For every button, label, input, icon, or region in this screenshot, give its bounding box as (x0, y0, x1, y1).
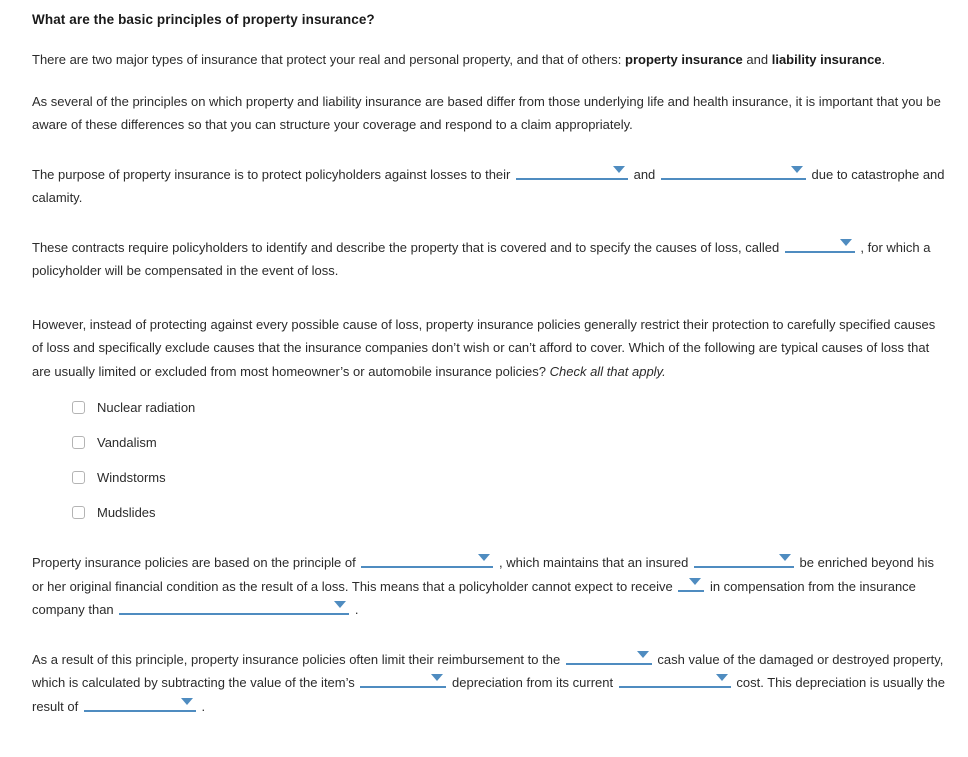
paragraph-differences: As several of the principles on which pr… (32, 93, 941, 133)
chevron-down-icon (431, 674, 444, 682)
chevron-down-icon (612, 165, 625, 173)
dropdown-principle-1[interactable] (361, 551, 494, 569)
paragraph-result: As a result of this principle, property … (32, 648, 946, 719)
checkbox-nuclear-radiation[interactable] (72, 401, 85, 415)
list-item[interactable]: Vandalism (32, 436, 946, 450)
contracts-text-a: These contracts require policyholders to… (32, 239, 783, 255)
dropdown-purpose-1[interactable] (515, 163, 628, 180)
chevron-down-icon (715, 674, 728, 682)
however-text: However, instead of protecting against e… (32, 316, 936, 379)
result-text-a: As a result of this principle, property … (32, 651, 564, 667)
list-item[interactable]: Nuclear radiation (32, 401, 946, 415)
principle-text-b: , which maintains that an insured (495, 555, 692, 571)
purpose-text-b: and (629, 166, 659, 182)
chevron-down-icon (478, 554, 491, 562)
dropdown-result-1[interactable] (565, 648, 652, 665)
term-property-insurance: property insurance (625, 52, 743, 68)
purpose-text-a: The purpose of property insurance is to … (32, 166, 514, 182)
causes-of-loss-checklist: Nuclear radiation Vandalism Windstorms M… (32, 401, 946, 520)
page-title: What are the basic principles of propert… (32, 12, 375, 27)
paragraph-however: However, instead of protecting against e… (32, 313, 946, 384)
result-text-e: . (197, 698, 206, 714)
chevron-down-icon (790, 165, 803, 173)
checkbox-label[interactable]: Windstorms (97, 471, 166, 484)
principle-text-a: Property insurance policies are based on… (32, 555, 360, 571)
intro-text-b: and (742, 52, 772, 68)
checkbox-label[interactable]: Mudslides (97, 506, 156, 519)
checkbox-vandalism[interactable] (72, 436, 85, 450)
list-item[interactable]: Mudslides (32, 506, 946, 520)
dropdown-purpose-2[interactable] (660, 163, 806, 180)
chevron-down-icon (839, 238, 852, 246)
principle-text-e: . (351, 602, 359, 618)
dropdown-principle-3[interactable] (678, 575, 705, 592)
paragraph-principle: Property insurance policies are based on… (32, 551, 946, 622)
chevron-down-icon (636, 650, 649, 658)
chevron-down-icon (689, 577, 702, 585)
question-page: What are the basic principles of propert… (0, 0, 968, 718)
intro-text-c: . (881, 52, 886, 68)
dropdown-result-4[interactable] (83, 695, 196, 712)
checkbox-label[interactable]: Vandalism (97, 436, 157, 449)
dropdown-principle-4[interactable] (119, 598, 350, 616)
chevron-down-icon (334, 601, 347, 609)
dropdown-contracts-1[interactable] (784, 236, 855, 253)
chevron-down-icon (180, 697, 193, 705)
checkbox-label[interactable]: Nuclear radiation (97, 401, 195, 414)
intro-text-a: There are two major types of insurance t… (32, 52, 626, 68)
check-all-that-apply-note: Check all that apply. (549, 363, 666, 379)
checkbox-windstorms[interactable] (72, 471, 85, 485)
checkbox-mudslides[interactable] (72, 506, 85, 520)
list-item[interactable]: Windstorms (32, 471, 946, 485)
paragraph-contracts: These contracts require policyholders to… (32, 236, 946, 283)
paragraph-intro: There are two major types of insurance t… (32, 48, 946, 72)
term-liability-insurance: liability insurance (771, 52, 882, 68)
result-text-c: depreciation from its current (448, 675, 617, 691)
dropdown-principle-2[interactable] (693, 551, 794, 569)
dropdown-result-2[interactable] (360, 671, 447, 689)
dropdown-result-3[interactable] (618, 671, 731, 689)
chevron-down-icon (778, 554, 791, 562)
paragraph-purpose: The purpose of property insurance is to … (32, 163, 946, 210)
